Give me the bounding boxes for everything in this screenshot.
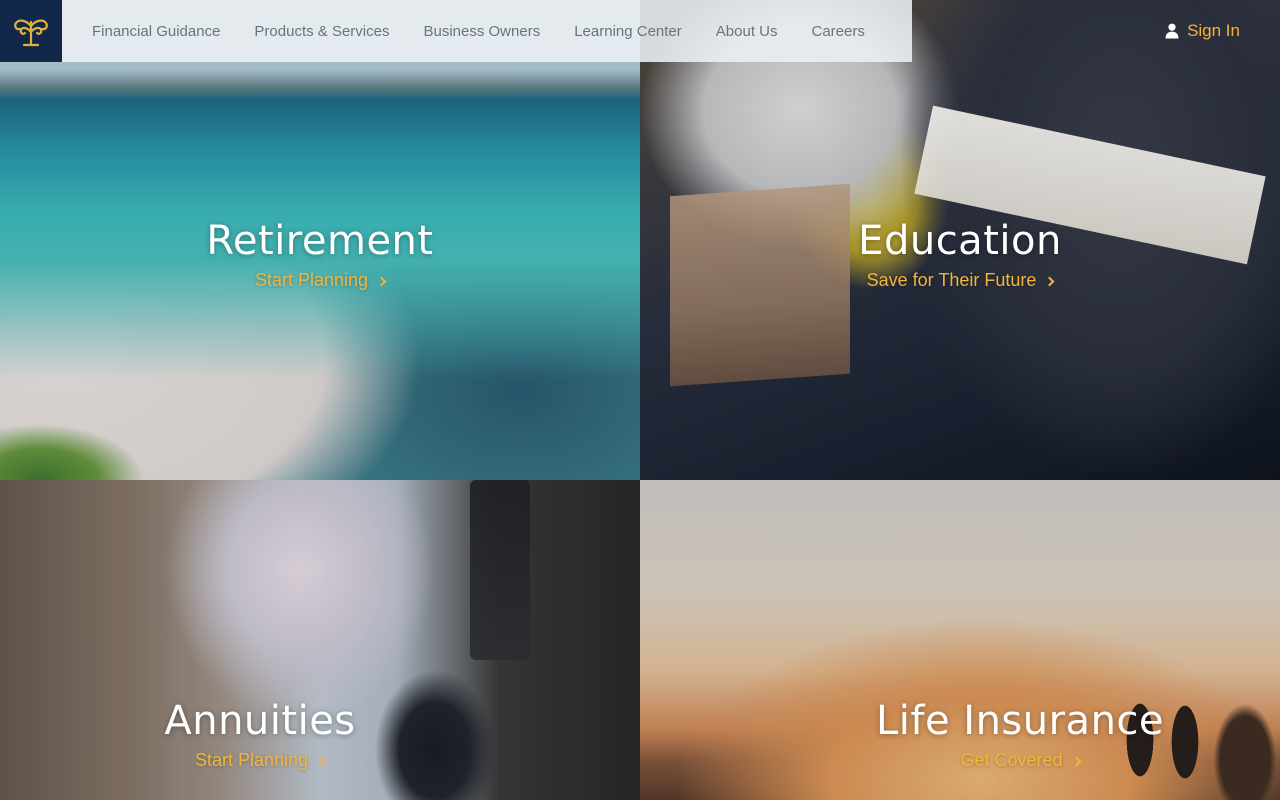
nav-item-careers[interactable]: Careers	[811, 23, 864, 40]
link-label: Start Planning	[254, 270, 369, 290]
capital-leaf-logo-icon	[14, 19, 48, 47]
link-label: Get Covered	[960, 750, 1063, 770]
tile-life-insurance[interactable]: Life Insurance Get Covered	[640, 480, 1280, 800]
tile-content: Education Save for Their Future	[640, 218, 1280, 291]
tile-content: Retirement Start Planning	[0, 218, 640, 291]
sign-in-button[interactable]: Sign In	[1165, 21, 1240, 41]
chevron-right-icon	[1071, 756, 1081, 766]
tile-retirement[interactable]: Retirement Start Planning	[0, 0, 640, 480]
tile-content: Life Insurance Get Covered	[700, 698, 1280, 771]
education-save-link[interactable]: Save for Their Future	[866, 270, 1055, 291]
nav-item-about-us[interactable]: About Us	[716, 23, 778, 40]
nav-item-business-owners[interactable]: Business Owners	[423, 23, 540, 40]
site-header: Financial Guidance Products & Services B…	[0, 0, 1280, 62]
nav-item-products-services[interactable]: Products & Services	[254, 23, 389, 40]
tile-title-education: Education	[858, 218, 1062, 264]
tile-title-life-insurance: Life Insurance	[875, 698, 1165, 744]
chevron-right-icon	[1044, 276, 1055, 286]
tile-title-annuities: Annuities	[164, 698, 356, 744]
tile-content: Annuities Start Planning	[0, 698, 580, 771]
primary-nav: Financial Guidance Products & Services B…	[62, 0, 912, 62]
link-label: Save for Their Future	[866, 270, 1037, 290]
tile-title-retirement: Retirement	[206, 218, 434, 264]
nav-item-learning-center[interactable]: Learning Center	[574, 23, 682, 40]
sign-in-label: Sign In	[1187, 21, 1240, 40]
home-logo-link[interactable]	[0, 0, 62, 62]
annuities-start-planning-link[interactable]: Start Planning	[194, 750, 327, 771]
life-insurance-get-covered-link[interactable]: Get Covered	[960, 750, 1081, 771]
link-label: Start Planning	[194, 750, 309, 770]
tile-education[interactable]: Education Save for Their Future	[640, 0, 1280, 480]
chevron-right-icon	[316, 756, 327, 766]
user-icon	[1165, 23, 1179, 39]
nav-item-financial-guidance[interactable]: Financial Guidance	[92, 23, 220, 40]
tile-annuities[interactable]: Annuities Start Planning	[0, 480, 640, 800]
chevron-right-icon	[376, 276, 387, 286]
retirement-start-planning-link[interactable]: Start Planning	[254, 270, 387, 291]
